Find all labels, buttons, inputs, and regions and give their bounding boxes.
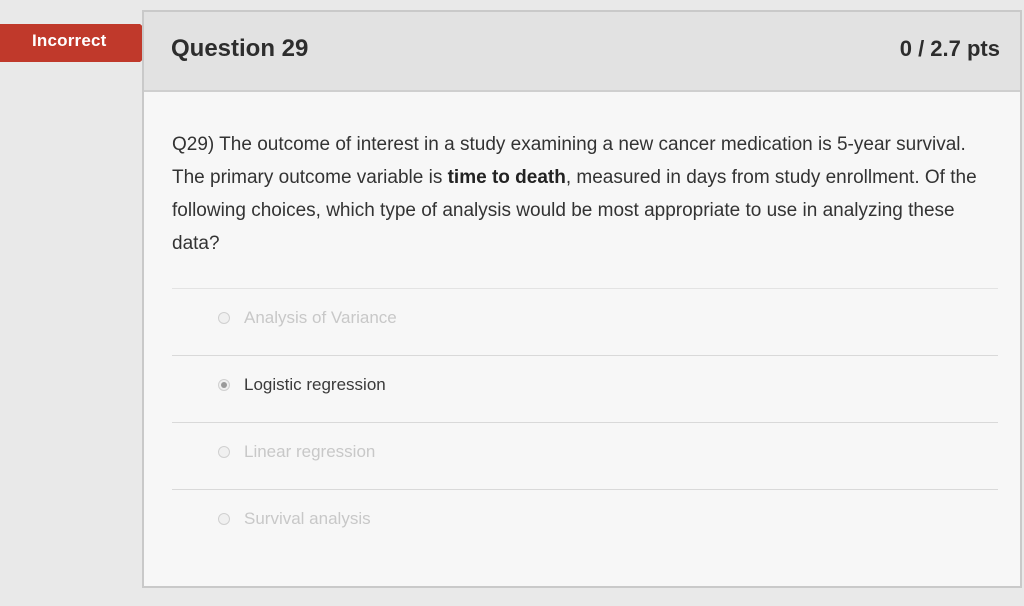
answer-label: Survival analysis (244, 509, 371, 528)
answer-label: Logistic regression (244, 375, 386, 394)
radio-button-icon[interactable] (218, 446, 230, 458)
question-card: Question 29 0 / 2.7 pts Q29) The outcome… (142, 10, 1022, 588)
answer-option-survival-analysis[interactable]: Survival analysis (172, 489, 998, 556)
question-header: Question 29 0 / 2.7 pts (144, 12, 1020, 92)
question-title: Question 29 (171, 35, 309, 62)
points-score: 0 / 2.7 pts (899, 36, 1000, 61)
question-text: Q29) The outcome of interest in a study … (172, 128, 1002, 260)
incorrect-badge: Incorrect (0, 24, 162, 62)
answer-label: Linear regression (244, 442, 376, 461)
answer-option-linear-regression[interactable]: Linear regression (172, 422, 998, 489)
incorrect-label: Incorrect (32, 31, 107, 50)
answer-list: Analysis of Variance Logistic regression… (172, 288, 998, 556)
answer-option-logistic-regression[interactable]: Logistic regression (172, 355, 998, 422)
radio-button-selected-icon[interactable] (218, 379, 230, 391)
question-text-emphasis: time to death (447, 167, 566, 188)
answer-option-anova[interactable]: Analysis of Variance (172, 288, 998, 355)
radio-button-icon[interactable] (218, 513, 230, 525)
answer-label: Analysis of Variance (244, 308, 397, 327)
radio-button-icon[interactable] (218, 312, 230, 324)
